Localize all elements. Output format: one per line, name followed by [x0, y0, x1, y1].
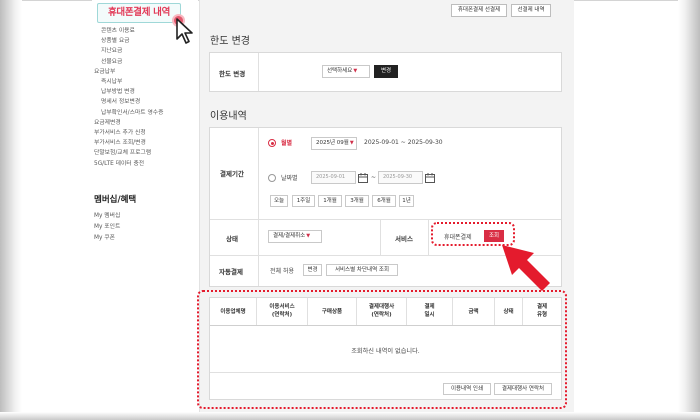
daily-radio[interactable]: [268, 174, 276, 182]
autopay-label: 자동결제: [219, 268, 243, 276]
range-6month-button[interactable]: 6개월: [372, 195, 396, 207]
calendar-icon[interactable]: [425, 173, 435, 183]
chevron-down-icon: ▼: [306, 233, 311, 239]
sidebar-item[interactable]: 명세서 정보변경: [94, 97, 163, 107]
bottom-shadow: [0, 412, 700, 420]
membership-heading: 멤버십/혜택: [94, 195, 137, 205]
date-separator: ~: [371, 174, 377, 181]
red-arrow-icon: [502, 245, 550, 291]
sidebar-item[interactable]: 콘텐츠 이용료: [94, 26, 163, 36]
card-divider: [428, 220, 429, 255]
range-3month-button[interactable]: 3개월: [345, 195, 369, 207]
month-select-value: 2025년 09월: [316, 140, 349, 146]
sidebar-item[interactable]: 즉시납부: [94, 77, 163, 87]
membership-menu: My 멤버십 My 포인트 My 쿠폰: [94, 211, 120, 244]
monthly-radio[interactable]: [268, 139, 276, 147]
range-1week-button[interactable]: 1주일: [292, 195, 315, 207]
chevron-down-icon: ▼: [349, 140, 354, 146]
card-divider: [258, 128, 259, 286]
results-highlight-outline: [197, 290, 567, 409]
usage-title: 이용내역: [210, 111, 247, 122]
sidebar-item[interactable]: 요금납부: [94, 67, 163, 77]
limit-change-title: 한도 변경: [210, 36, 250, 47]
blocked-list-button[interactable]: 서비스별 차단내역 조회: [326, 264, 398, 276]
sidebar-item-my-coupons[interactable]: My 쿠폰: [94, 233, 120, 244]
range-today-button[interactable]: 오늘: [270, 195, 288, 207]
limit-select[interactable]: 선택하세요▼: [322, 65, 370, 78]
sidebar-item[interactable]: 5G/LTE 데이터 충전: [94, 159, 163, 169]
sidebar-item-my-membership[interactable]: My 멤버십: [94, 211, 120, 222]
sidebar-menu: 콘텐츠 이용료 상품별 요금 지난요금 선물요금 요금납부 즉시납부 납부방법 …: [94, 26, 163, 169]
service-label: 서비스: [395, 235, 413, 243]
chevron-down-icon: ▼: [353, 68, 358, 74]
monthly-label: 월별: [281, 140, 293, 147]
daily-label: 날짜별: [281, 175, 298, 182]
autopay-change-button[interactable]: 변경: [303, 264, 322, 276]
limit-select-value: 선택하세요: [327, 68, 353, 74]
prepay-history-button[interactable]: 선결제 내역: [511, 4, 551, 17]
date-to-input[interactable]: 2025-09-30: [378, 171, 423, 184]
row-divider: [210, 219, 561, 220]
sidebar-item[interactable]: 상품별 요금: [94, 36, 163, 46]
calendar-icon[interactable]: [358, 173, 368, 183]
sidebar-item-mobile-payment-history[interactable]: 휴대폰결제 내역: [97, 3, 181, 23]
card-divider: [380, 220, 381, 255]
limit-change-button[interactable]: 변경: [374, 65, 398, 78]
sidebar-item[interactable]: 부가서비스 조회/변경: [94, 138, 163, 148]
date-from-input[interactable]: 2025-09-01: [311, 171, 356, 184]
right-shadow: [678, 0, 700, 420]
sidebar-item[interactable]: 납부확인서/스마트 영수증: [94, 108, 163, 118]
status-select[interactable]: 결제/결제취소▼: [268, 230, 322, 243]
sidebar-item[interactable]: 단말보험/교체 프로그램: [94, 148, 163, 158]
left-shadow: [0, 0, 22, 420]
card-divider: [258, 53, 259, 91]
prepay-button[interactable]: 휴대폰결제 선결제: [451, 4, 507, 17]
month-range: 2025-09-01 ~ 2025-09-30: [364, 139, 443, 146]
sidebar-item[interactable]: 납부방법 변경: [94, 87, 163, 97]
limit-change-label: 한도 변경: [219, 70, 246, 78]
month-select[interactable]: 2025년 09월▼: [311, 137, 357, 150]
mouse-pointer-icon: [176, 18, 193, 44]
sidebar-item[interactable]: 부가서비스 추가 신청: [94, 128, 163, 138]
sidebar-item[interactable]: 지난요금: [94, 46, 163, 56]
sidebar-item[interactable]: 요금제변경: [94, 118, 163, 128]
status-select-value: 결제/결제취소: [273, 233, 306, 239]
period-label: 결제기간: [220, 170, 244, 178]
status-label: 상태: [226, 235, 238, 243]
range-1month-button[interactable]: 1개월: [318, 195, 342, 207]
range-1year-button[interactable]: 1년: [399, 195, 414, 207]
autopay-value: 전체 허용: [270, 268, 294, 275]
sidebar-item[interactable]: 선물요금: [94, 57, 163, 67]
sidebar-item-my-points[interactable]: My 포인트: [94, 222, 120, 233]
